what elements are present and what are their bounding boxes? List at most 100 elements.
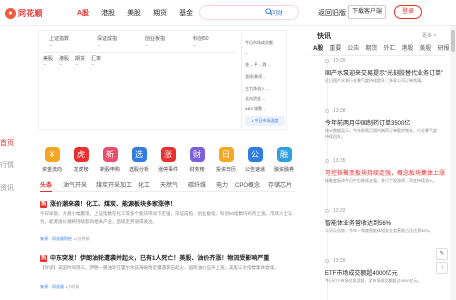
rail-item-quotes[interactable]: 行情 [0, 160, 14, 170]
news-category-tabs: 头条 油气开采 煤炭开采加工 化工 天然气 碳纤维 电力 CPO概念 存储芯片 [40, 180, 295, 192]
feed-item-title[interactable]: 智能体业务营收达到56% [325, 218, 391, 227]
service-shortcut[interactable]: 虎龙虎榜 [67, 147, 95, 173]
news-source[interactable]: 来源：同花顺财经 [40, 236, 72, 241]
service-shortcut[interactable]: ¥ 资金流向 [38, 147, 66, 173]
sub-index-name[interactable]: 港股 [59, 55, 69, 62]
sub-index-name[interactable]: 美股 [43, 55, 53, 62]
sub-index-value: -- [43, 62, 47, 68]
index-name[interactable]: 科创50 [193, 35, 209, 42]
feed-item-title[interactable]: 可控核聚变板块持续走强，概念板块集体上涨 [325, 168, 445, 177]
tab-coal[interactable]: 煤炭开采加工 [96, 180, 132, 189]
tab-carbon-fiber[interactable]: 碳纤维 [188, 180, 206, 189]
feedback-icon[interactable]: ✎ [436, 248, 448, 260]
rail-item-news[interactable]: 资讯 [0, 183, 14, 193]
feed-item-time: 13:29 [333, 258, 346, 264]
index-name[interactable]: 上证指数 [49, 35, 69, 42]
feed-tab-futures[interactable]: 期货 [365, 43, 377, 52]
feed-tab-a-shares[interactable]: A股 [313, 43, 323, 52]
calc-icon: 财 [189, 147, 205, 162]
flame-icon: 涨 [160, 147, 176, 162]
site-logo[interactable]: ● 同花顺 [5, 7, 43, 19]
tab-memory-chips[interactable]: 存储芯片 [268, 180, 292, 189]
search-input[interactable] [199, 5, 299, 20]
feed-tab-research[interactable]: 研报 [437, 43, 449, 52]
nav-item-futures[interactable]: 期货 [153, 8, 167, 18]
feed-tab-us[interactable]: 美股 [419, 43, 431, 52]
service-label: 新股申购 [99, 167, 120, 173]
back-to-old-version-link[interactable]: 返回旧版 [318, 8, 346, 18]
news-headline[interactable]: 热中东突发！伊朗油轮遭袭并起火，已有1人死亡！美股、油价齐涨！物流受影响严重 [40, 253, 269, 262]
back-to-top-icon[interactable]: ↑ [436, 262, 448, 274]
login-button[interactable]: 登录 [394, 5, 422, 19]
active-tab-indicator [40, 191, 52, 192]
sub-index-name[interactable]: 汇率 [91, 55, 101, 62]
notice-icon: 公 [247, 147, 263, 162]
feed-item-title[interactable]: ETF市场成交额超4000亿元 [325, 268, 398, 277]
news-summary: 【导读】美国时间周三，伊朗一艘油轮在霍尔木兹海峡附近遭遇袭击起火，国际油价应声上… [40, 265, 279, 270]
feed-tab-important[interactable]: 重要 [329, 43, 341, 52]
wallet-icon: ¥ [44, 147, 60, 162]
news-title-text[interactable]: 中东突发！伊朗油轮遭袭并起火，已有1人死亡！美股、油价齐涨！物流受影响严重 [50, 256, 269, 262]
service-shortcut[interactable]: 新新股申购 [96, 147, 124, 173]
main-nav: A股 港股 美股 期货 基金 [77, 8, 205, 18]
tab-chemicals[interactable]: 化工 [138, 180, 150, 189]
feed-tab-forex[interactable]: 外汇 [383, 43, 395, 52]
feed-item-time: 13:38 [333, 108, 346, 114]
chart-icon: 选 [131, 147, 147, 162]
service-label: 选股分析 [128, 167, 149, 173]
index-value: -- [49, 43, 53, 49]
feed-item-title[interactable]: 国产水泵迎来交易提示“光刻胶替代业务订单” [325, 68, 443, 77]
news-source[interactable]: 来源：同花顺 [40, 284, 64, 289]
tab-oil-gas[interactable]: 油气开采 [63, 180, 87, 189]
nav-item-hk-stocks[interactable]: 港股 [101, 8, 115, 18]
summary-line: 涨停/跌停 -- [245, 74, 266, 79]
feed-tab-announcements[interactable]: 公告 [347, 43, 359, 52]
service-shortcut[interactable]: 公公告速递 [241, 147, 269, 173]
feed-tab-hk[interactable]: 港股 [401, 43, 413, 52]
scrollbar-track[interactable] [450, 26, 456, 300]
tab-headlines[interactable]: 头条 [40, 180, 52, 189]
news-headline[interactable]: 热涨价潮来袭！化工、煤炭、能源板块多家涨停！ [40, 199, 176, 208]
tab-natural-gas[interactable]: 天然气 [160, 180, 178, 189]
news-title-text[interactable]: 涨价潮来袭！化工、煤炭、能源板块多家涨停！ [50, 202, 176, 208]
service-label: 财务榜 [189, 167, 205, 173]
feed-more-link[interactable]: 更多 > [422, 32, 436, 39]
tab-power[interactable]: 电力 [216, 180, 228, 189]
timeline-dot-icon [325, 209, 329, 213]
service-shortcut[interactable]: 选选股分析 [125, 147, 153, 173]
hot-badge-icon: 热 [40, 254, 47, 262]
sub-index-value: -- [91, 62, 95, 68]
feed-item-title[interactable]: 今年前两月中国制药订单3500亿 [325, 118, 410, 127]
scrollbar-thumb[interactable] [451, 30, 455, 52]
summary-line: 北向资金 -- [245, 96, 265, 101]
market-temperature-button[interactable]: 今日市场温度 [245, 116, 285, 126]
index-value: -- [193, 43, 197, 49]
feed-item-body: 近日国产水泵行业景气度持续提升，多家公司订单饱满。 [325, 78, 425, 83]
index-value: -- [145, 43, 149, 49]
service-shortcut[interactable]: 融融资融券 [270, 147, 298, 173]
service-label: 涨停事件 [157, 167, 178, 173]
new-icon: 新 [102, 147, 118, 162]
index-name[interactable]: 创业板指 [145, 35, 165, 42]
news-time: 1小时前 [65, 284, 80, 289]
live-news-feed: 快讯 更多 > A股 重要 公告 期货 外汇 港股 美股 研报 13:39 国产… [311, 26, 449, 300]
timeline-dot-icon [325, 109, 329, 113]
index-name[interactable]: 深证成指 [97, 35, 117, 42]
nav-item-a-shares[interactable]: A股 [77, 8, 89, 18]
sub-index-name[interactable]: 期货 [75, 55, 85, 62]
feed-title: 快讯 [317, 33, 331, 40]
wencai-search-link[interactable]: 问财 [271, 8, 283, 17]
service-shortcut[interactable]: 财财务榜 [183, 147, 211, 173]
service-shortcut[interactable]: 日投资日历 [212, 147, 240, 173]
rail-item-home[interactable]: 首页 [0, 138, 14, 148]
service-shortcut[interactable]: 涨涨停事件 [154, 147, 182, 173]
summary-line: 涨 -- 平 -- 跌 -- [245, 62, 271, 67]
logo-text: 同花顺 [18, 8, 43, 18]
download-client-button[interactable]: 下载客户端 [348, 5, 386, 19]
tab-cpo[interactable]: CPO概念 [235, 180, 260, 189]
service-label: 融资融券 [273, 167, 294, 173]
news-summary: 今日早盘，大盘小幅震荡，上证指数在化工等多个板块带动下走强，深证成指、创业板指、… [40, 211, 293, 224]
nav-item-funds[interactable]: 基金 [179, 8, 193, 18]
top-navigation-bar: ● 同花顺 A股 港股 美股 期货 基金 问财 返回旧版 下载客户端 登录 [0, 0, 456, 26]
nav-item-us-stocks[interactable]: 美股 [127, 8, 141, 18]
